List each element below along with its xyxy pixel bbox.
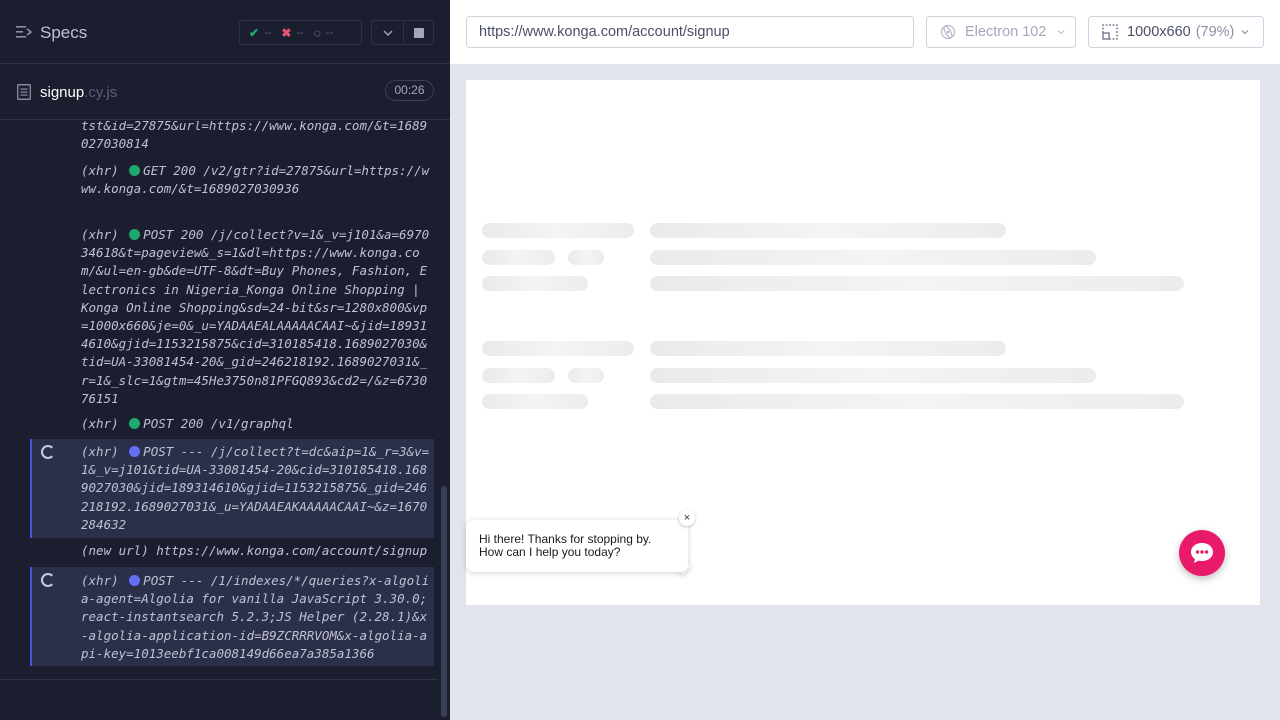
status-success-dot-icon [129, 229, 141, 240]
check-icon: ✔ [249, 25, 260, 40]
failed-stat: ✖ -- [281, 26, 303, 40]
chat-close-button[interactable]: × [679, 510, 695, 526]
stop-button[interactable] [404, 20, 434, 45]
chat-greeting-bubble[interactable]: Hi there! Thanks for stopping by. How ca… [466, 520, 688, 572]
command-log: tst&id=27875&url=https://www.konga.com/&… [0, 121, 438, 679]
status-pending-dot-icon [129, 446, 141, 457]
viewport-size: 1000x660 [1127, 24, 1191, 40]
skeleton-line [650, 223, 1006, 238]
electron-browser-icon [940, 24, 956, 40]
command-row-pending[interactable]: (xhr) POST --- /j/collect?t=dc&aip=1&_r=… [30, 439, 434, 538]
spec-file-bar: signup.cy.js [0, 65, 450, 120]
command-type: (xhr) [81, 444, 119, 459]
command-log-panel: Specs ✔ -- ✖ -- ◌ -- signup.cy.js 00:26 … [0, 0, 450, 720]
command-type: (xhr) [81, 163, 119, 178]
status-success-dot-icon [129, 418, 141, 429]
pending-circle-icon: ◌ [313, 25, 321, 40]
failed-count: -- [296, 26, 304, 39]
status-pending-dot-icon [129, 575, 141, 586]
command-text: POST 200 /j/collect?v=1&_v=j101&a=697034… [81, 227, 430, 406]
command-row[interactable]: (xhr) POST 200 /v1/graphql [30, 415, 434, 433]
document-icon [17, 84, 31, 100]
loading-spinner-icon [41, 573, 55, 587]
command-row[interactable]: (xhr) GET 200 /v2/gtr?id=27875&url=https… [30, 162, 434, 198]
skeleton-line [482, 250, 555, 265]
status-success-dot-icon [129, 165, 141, 176]
passed-count: -- [264, 26, 272, 39]
run-duration-badge: 00:26 [385, 80, 434, 101]
chevron-down-icon [383, 30, 392, 36]
loading-spinner-icon [41, 445, 55, 459]
command-text: POST --- /1/indexes/*/queries?x-algolia-… [81, 573, 430, 661]
reporter-header: Specs ✔ -- ✖ -- ◌ -- [0, 0, 450, 64]
skeleton-line [568, 368, 604, 383]
skeleton-line [482, 276, 588, 291]
collapse-toggle-button[interactable] [371, 20, 404, 45]
skeleton-line [650, 368, 1096, 383]
aut-header: https://www.konga.com/account/signup Ele… [450, 0, 1280, 64]
viewport-select[interactable]: 1000x660 (79%) [1088, 16, 1264, 48]
skeleton-line [482, 341, 634, 356]
command-row-pending[interactable]: (xhr) POST --- /1/indexes/*/queries?x-al… [30, 567, 434, 666]
spec-file-ext: .cy.js [84, 84, 118, 101]
skeleton-line [482, 368, 555, 383]
viewport-size-icon [1102, 24, 1118, 40]
command-type: (xhr) [81, 573, 119, 588]
skeleton-line [650, 341, 1006, 356]
specs-list-icon[interactable] [16, 25, 32, 39]
skeleton-line [482, 394, 588, 409]
url-bar[interactable]: https://www.konga.com/account/signup [466, 16, 914, 48]
skeleton-line [568, 250, 604, 265]
specs-label[interactable]: Specs [40, 23, 87, 43]
pending-stat: ◌ -- [314, 26, 333, 40]
pending-count: -- [325, 26, 334, 39]
command-row[interactable]: (xhr) POST 200 /j/collect?v=1&_v=j101&a=… [30, 226, 434, 408]
chat-launcher-button[interactable] [1179, 530, 1225, 576]
skeleton-line [482, 223, 634, 238]
command-type: (xhr) [81, 227, 119, 242]
command-type: (xhr) [81, 416, 119, 431]
chat-message-line: How can I help you today? [479, 545, 621, 559]
viewport-scale: (79%) [1195, 24, 1235, 40]
command-log-scroll-thumb[interactable] [441, 486, 447, 717]
command-text: https://www.konga.com/account/signup [156, 543, 428, 558]
command-text: POST 200 /v1/graphql [143, 416, 294, 431]
chevron-down-icon [1241, 30, 1249, 35]
test-stats: ✔ -- ✖ -- ◌ -- [239, 20, 362, 45]
browser-name: Electron 102 [965, 24, 1047, 40]
stop-icon [413, 27, 424, 38]
x-icon: ✖ [281, 25, 292, 40]
command-row-new-url[interactable]: (new url) https://www.konga.com/account/… [30, 542, 434, 560]
spec-file-name[interactable]: signup.cy.js [40, 84, 117, 101]
command-text: tst&id=27875&url=https://www.konga.com/&… [81, 121, 428, 152]
skeleton-line [650, 250, 1096, 265]
spec-file-basename: signup [40, 84, 85, 101]
browser-select[interactable]: Electron 102 [926, 16, 1076, 48]
app-under-test-panel: https://www.konga.com/account/signup Ele… [450, 0, 1280, 720]
skeleton-line [650, 276, 1184, 291]
command-log-divider [0, 679, 438, 680]
chat-icon [1191, 543, 1213, 563]
command-row[interactable]: tst&id=27875&url=https://www.konga.com/&… [30, 121, 434, 153]
command-text: POST --- /j/collect?t=dc&aip=1&_r=3&v=1&… [81, 444, 430, 532]
passed-stat: ✔ -- [249, 26, 271, 40]
chevron-down-icon [1057, 30, 1065, 35]
command-type: (new url) [81, 543, 149, 558]
skeleton-line [650, 394, 1184, 409]
